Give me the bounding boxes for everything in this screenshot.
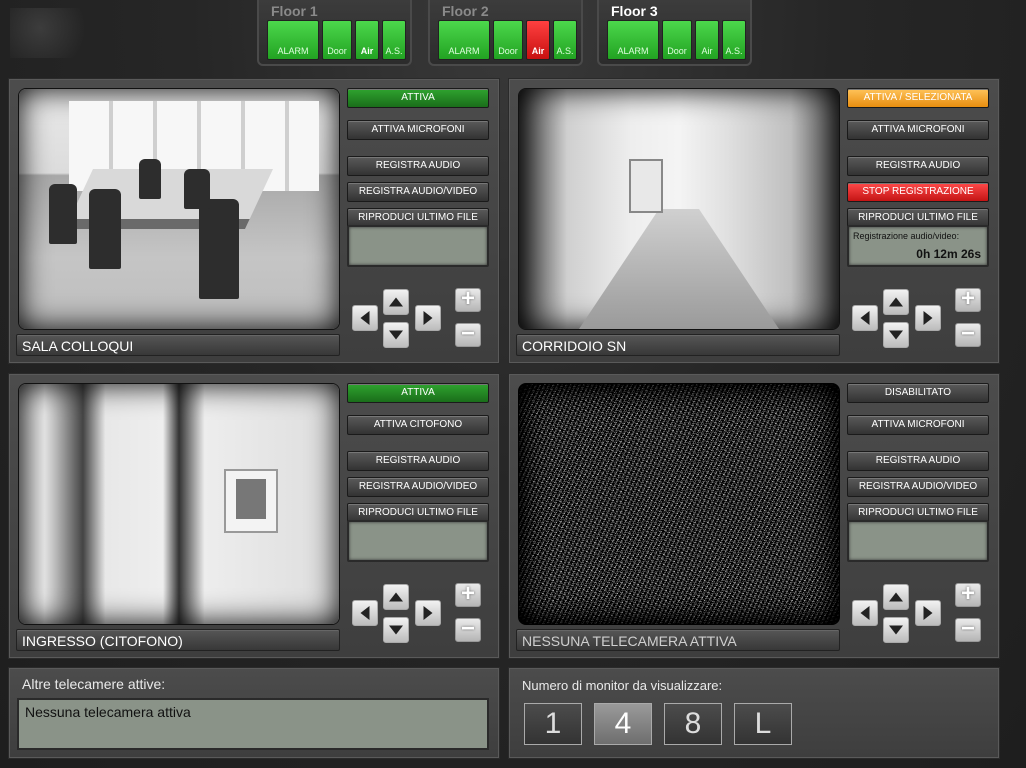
zoom-out-button[interactable]: − [955,617,981,642]
floor-3-door-indicator[interactable]: Door [662,20,692,60]
zoom-in-button[interactable]: + [455,287,481,312]
pan-right-arrow-icon[interactable] [415,600,441,626]
record-audio-button[interactable]: REGISTRA AUDIO [347,156,489,176]
pan-left-arrow-icon[interactable] [852,305,878,331]
monitors-title: Numero di monitor da visualizzare: [522,678,723,693]
camera-feed[interactable] [18,88,340,330]
status-display [347,225,489,267]
record-audio-video-button[interactable]: REGISTRA AUDIO/VIDEO [347,477,489,497]
pan-left-arrow-icon[interactable] [352,305,378,331]
pan-down-arrow-icon[interactable] [883,617,909,643]
pan-up-arrow-icon[interactable] [883,584,909,610]
recording-time: 0h 12m 26s [916,247,981,261]
floor-2-as-indicator[interactable]: A.S. [553,20,577,60]
zoom-in-button[interactable]: + [455,582,481,607]
record-audio-video-button[interactable]: REGISTRA AUDIO/VIDEO [347,182,489,202]
corridor-floor-image [579,209,779,329]
microphones-button[interactable]: ATTIVA MICROFONI [847,415,989,435]
other-cameras-panel: Altre telecamere attive: Nessuna telecam… [8,667,500,759]
other-cameras-list: Nessuna telecamera attiva [17,698,489,750]
floor-3-panel: Floor 3 ALARM Door Air A.S. [597,0,752,66]
record-audio-button[interactable]: REGISTRA AUDIO [847,451,989,471]
microphones-button[interactable]: ATTIVA MICROFONI [847,120,989,140]
camera-name: NESSUNA TELECAMERA ATTIVA [516,629,840,651]
camera-name: INGRESSO (CITOFONO) [16,629,340,651]
camera-name: SALA COLLOQUI [16,334,340,356]
activate-selected-button[interactable]: ATTIVA / SELEZIONATA [847,88,989,108]
monitors-panel: Numero di monitor da visualizzare: 1 4 8… [508,667,1000,759]
activate-button[interactable]: ATTIVA [347,383,489,403]
monitor-option-8[interactable]: 8 [664,703,722,745]
camera-panel-ingresso: INGRESSO (CITOFONO) ATTIVA ATTIVA CITOFO… [8,373,500,659]
intercom-button[interactable]: ATTIVA CITOFONO [347,415,489,435]
floor-1-as-indicator[interactable]: A.S. [382,20,406,60]
floor-3-alarm-indicator[interactable]: ALARM [607,20,659,60]
floor-3-air-indicator[interactable]: Air [695,20,719,60]
floor-1-air-indicator[interactable]: Air [355,20,379,60]
monitor-option-1[interactable]: 1 [524,703,582,745]
monitor-option-l[interactable]: L [734,703,792,745]
camera-feed[interactable] [18,383,340,625]
floor-2-door-indicator[interactable]: Door [493,20,523,60]
status-display [847,520,989,562]
floor-1-door-indicator[interactable]: Door [322,20,352,60]
monitor-option-4[interactable]: 4 [594,703,652,745]
logo [10,8,110,58]
pan-down-arrow-icon[interactable] [883,322,909,348]
door-image [629,159,663,213]
floor-2-alarm-indicator[interactable]: ALARM [438,20,490,60]
zoom-out-button[interactable]: − [955,322,981,347]
activate-button[interactable]: ATTIVA [347,88,489,108]
chair-image [89,189,121,269]
zoom-out-button[interactable]: − [455,322,481,347]
pan-left-arrow-icon[interactable] [852,600,878,626]
camera-feed-static[interactable] [518,383,840,625]
pan-up-arrow-icon[interactable] [383,289,409,315]
status-display [347,520,489,562]
camera-name: CORRIDOIO SN [516,334,840,356]
floor-1-panel: Floor 1 ALARM Door Air A.S. [257,0,412,66]
microphones-button[interactable]: ATTIVA MICROFONI [347,120,489,140]
pan-up-arrow-icon[interactable] [383,584,409,610]
zoom-in-button[interactable]: + [955,582,981,607]
chair-image [49,184,77,244]
camera-panel-corridoio-sn: CORRIDOIO SN ATTIVA / SELEZIONATA ATTIVA… [508,78,1000,364]
floor-name: Floor 2 [442,3,489,19]
record-audio-button[interactable]: REGISTRA AUDIO [347,451,489,471]
floor-name: Floor 1 [271,3,318,19]
recording-label: Registrazione audio/video: [853,231,960,241]
chair-image [199,199,239,299]
floor-name: Floor 3 [611,3,658,19]
camera-panel-empty: NESSUNA TELECAMERA ATTIVA DISABILITATO A… [508,373,1000,659]
floor-3-as-indicator[interactable]: A.S. [722,20,746,60]
pan-right-arrow-icon[interactable] [415,305,441,331]
record-audio-video-button[interactable]: REGISTRA AUDIO/VIDEO [847,477,989,497]
pan-right-arrow-icon[interactable] [915,600,941,626]
floor-2-air-indicator[interactable]: Air [526,20,550,60]
other-cameras-title: Altre telecamere attive: [22,676,166,692]
zoom-in-button[interactable]: + [955,287,981,312]
record-audio-button[interactable]: REGISTRA AUDIO [847,156,989,176]
pan-up-arrow-icon[interactable] [883,289,909,315]
pan-right-arrow-icon[interactable] [915,305,941,331]
zoom-out-button[interactable]: − [455,617,481,642]
pan-left-arrow-icon[interactable] [352,600,378,626]
stop-recording-button[interactable]: STOP REGISTRAZIONE [847,182,989,202]
floor-1-alarm-indicator[interactable]: ALARM [267,20,319,60]
camera-feed[interactable] [518,88,840,330]
intercom-box-image [224,469,278,533]
camera-panel-sala-colloqui: SALA COLLOQUI ATTIVA ATTIVA MICROFONI RE… [8,78,500,364]
chair-image [139,159,161,199]
pan-down-arrow-icon[interactable] [383,617,409,643]
recording-status-display: Registrazione audio/video: 0h 12m 26s [847,225,989,267]
pan-down-arrow-icon[interactable] [383,322,409,348]
floor-2-panel: Floor 2 ALARM Door Air A.S. [428,0,583,66]
chair-image [184,169,210,209]
disabled-button[interactable]: DISABILITATO [847,383,989,403]
